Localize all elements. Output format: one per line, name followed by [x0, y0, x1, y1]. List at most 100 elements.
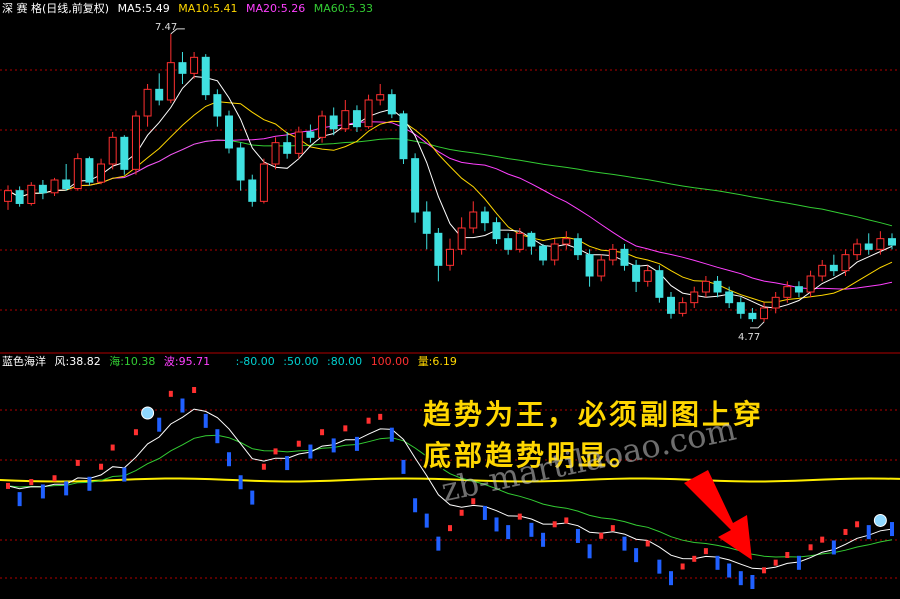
candle — [864, 233, 873, 255]
indicator-bar — [250, 490, 255, 505]
candle-body — [806, 275, 815, 293]
candle — [701, 276, 710, 298]
indicator-bar — [133, 429, 138, 436]
indicator-bar — [6, 482, 10, 489]
candle-body — [539, 245, 548, 261]
candle-body — [213, 94, 222, 117]
main-panel — [0, 28, 900, 329]
candle-body — [690, 291, 699, 304]
ma10-line — [7, 101, 893, 303]
candle-body — [434, 232, 443, 266]
candle-body — [166, 62, 175, 101]
candle-body — [469, 211, 478, 229]
candle-body — [527, 232, 536, 247]
candle — [818, 260, 827, 282]
candle — [504, 233, 513, 255]
candle-body — [771, 296, 780, 309]
candle — [422, 201, 431, 250]
candle-body — [352, 110, 361, 128]
candle-body — [794, 286, 803, 293]
stock-title: 深 赛 格(日线,前复权) — [2, 2, 110, 15]
candle — [120, 135, 129, 175]
candle-body — [318, 115, 327, 138]
indicator-bar — [750, 575, 755, 589]
candle-body — [480, 211, 489, 224]
level-50-label: :50.00 — [283, 355, 319, 368]
indicator-name: 蓝色海洋 — [2, 355, 46, 368]
candle — [38, 180, 47, 200]
indicator-bar — [448, 525, 452, 532]
candle-body — [853, 243, 862, 256]
ma20-label: MA20:5.26 — [246, 2, 306, 15]
candle — [352, 105, 361, 132]
candle-body — [283, 142, 292, 154]
indicator-bar — [401, 459, 406, 474]
candle-body — [97, 163, 106, 183]
candle-body — [783, 286, 792, 298]
indicator-bar — [238, 475, 243, 490]
candle — [399, 110, 408, 164]
candle — [259, 158, 268, 204]
indicator-bar — [192, 387, 197, 393]
candle-body — [422, 211, 431, 234]
indicator-bar — [180, 398, 185, 413]
candle — [411, 153, 420, 223]
signal-marker — [141, 406, 155, 420]
candle — [376, 84, 385, 106]
candle-body — [713, 280, 722, 293]
candle-body — [573, 238, 582, 256]
candle-body — [341, 110, 350, 130]
indicator-bar — [203, 413, 208, 428]
candle — [364, 94, 373, 129]
candle — [457, 217, 466, 255]
candle-body — [620, 248, 629, 266]
candle-body — [608, 248, 617, 261]
ma5-line — [7, 75, 893, 309]
candle-body — [492, 222, 501, 240]
candle — [608, 244, 617, 266]
candle-body — [120, 136, 129, 170]
main-header: 深 赛 格(日线,前复权) MA5:5.49 MA10:5.41 MA20:5.… — [2, 2, 378, 16]
indicator-bar — [843, 528, 848, 535]
candle — [283, 132, 292, 159]
candle — [4, 185, 12, 210]
indicator-bar — [820, 536, 825, 543]
candle — [527, 231, 536, 255]
indicator-bar — [378, 413, 383, 420]
peak-price-label: 7.47 — [155, 22, 178, 33]
candle-body — [725, 291, 734, 304]
indicator-bar — [285, 456, 290, 471]
indicator-bar — [99, 463, 104, 470]
candle-body — [306, 131, 315, 138]
candle — [736, 297, 745, 319]
candle — [841, 249, 850, 276]
volume-label: 量:6.19 — [417, 355, 457, 368]
stock-chart[interactable] — [0, 0, 900, 599]
candle-body — [143, 88, 152, 117]
candle — [573, 233, 582, 260]
candle — [190, 52, 199, 79]
ma60-line — [7, 138, 893, 227]
candle — [562, 231, 571, 250]
candle-body — [562, 238, 571, 245]
indicator-bar — [343, 425, 348, 432]
signal-marker — [873, 513, 887, 527]
indicator-bar — [715, 555, 720, 570]
candle-body — [678, 302, 687, 314]
indicator-bar — [738, 571, 743, 586]
candle — [27, 182, 36, 206]
indicator-bar — [320, 429, 325, 436]
candle — [236, 142, 245, 191]
indicator-bar — [785, 551, 790, 558]
indicator-bar — [669, 571, 673, 586]
candle-body — [15, 190, 24, 204]
indicator-bar — [506, 525, 511, 540]
candle-body — [597, 259, 606, 277]
indicator-bar — [762, 567, 767, 574]
candle-body — [225, 115, 233, 149]
candle-body — [585, 254, 594, 277]
candle-body — [27, 184, 36, 204]
candle-body — [399, 113, 408, 160]
candle-body — [4, 190, 12, 202]
candle — [15, 186, 24, 207]
